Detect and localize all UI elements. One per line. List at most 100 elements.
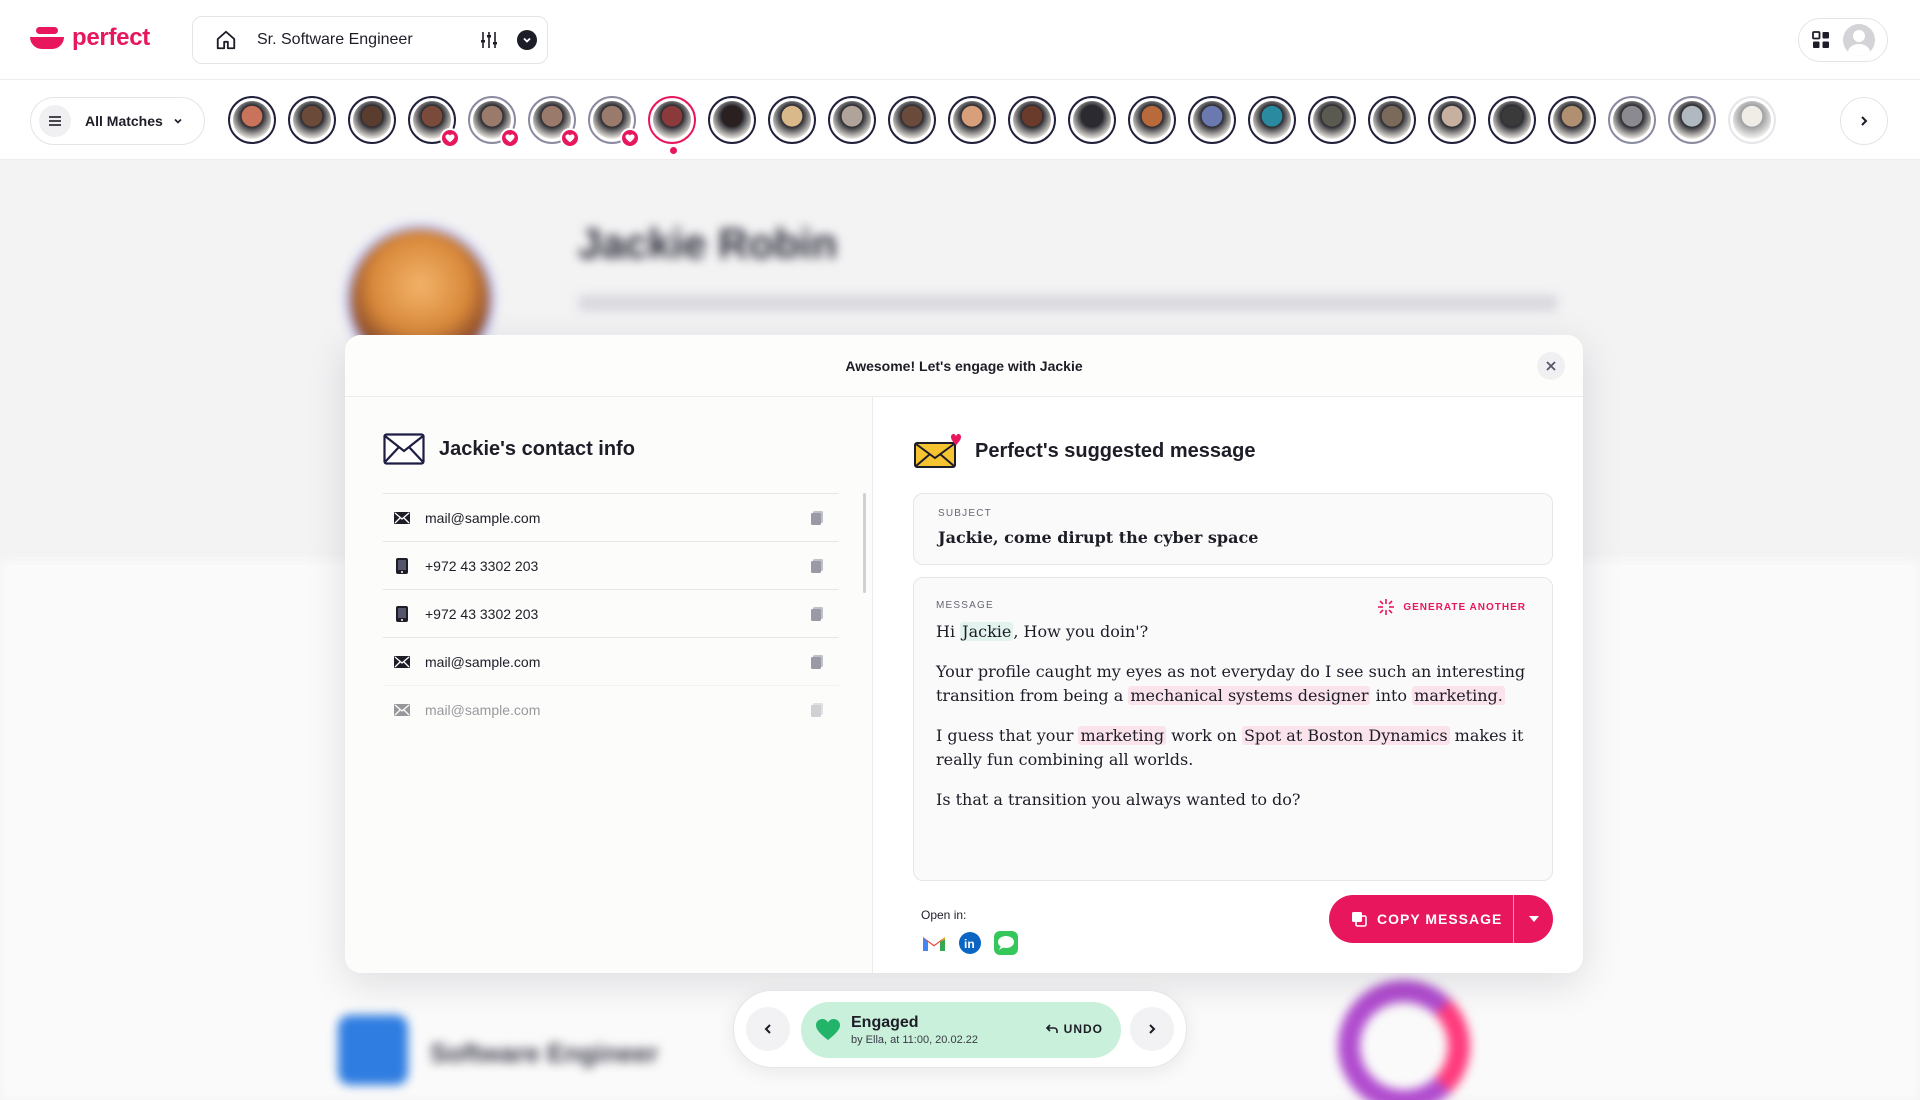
copy-icon[interactable] [811, 702, 825, 717]
contact-value[interactable]: mail@sample.com [425, 702, 811, 718]
copy-message-button[interactable]: COPY MESSAGE [1329, 895, 1553, 943]
highlight-keyword: mechanical systems designer [1128, 686, 1371, 705]
contact-row[interactable]: +972 43 3302 203 [383, 589, 839, 637]
contact-row[interactable]: mail@sample.com [383, 493, 839, 541]
all-matches-label: All Matches [85, 113, 163, 129]
match-avatar[interactable] [1068, 96, 1116, 144]
contact-scrollbar[interactable] [863, 493, 866, 593]
filters-icon[interactable] [479, 30, 499, 50]
match-avatar[interactable] [1368, 96, 1416, 144]
all-matches-dropdown[interactable]: All Matches [30, 97, 205, 145]
highlight-keyword: marketing. [1412, 686, 1505, 705]
contact-row[interactable]: mail@sample.com [383, 685, 839, 733]
match-avatar[interactable] [1488, 96, 1536, 144]
heart-icon [816, 1019, 840, 1040]
match-avatar[interactable] [1008, 96, 1056, 144]
copy-message-main[interactable]: COPY MESSAGE [1329, 895, 1513, 943]
contact-value[interactable]: +972 43 3302 203 [425, 558, 811, 574]
job-title[interactable]: Sr. Software Engineer [257, 31, 479, 49]
copy-icon[interactable] [811, 654, 825, 669]
copy-icon[interactable] [811, 558, 825, 573]
sparkle-icon [1378, 599, 1395, 615]
messages-icon[interactable] [993, 930, 1019, 956]
match-avatar[interactable] [1308, 96, 1356, 144]
user-avatar[interactable] [1842, 24, 1875, 56]
avatar-photo [1493, 101, 1531, 139]
avatar-photo [293, 101, 331, 139]
message-text: I guess that your [936, 726, 1079, 745]
match-avatar[interactable] [828, 96, 876, 144]
experience-logo [338, 1015, 408, 1085]
avatar-photo [953, 101, 991, 139]
top-bar: perfect Sr. Software Engineer [0, 0, 1920, 80]
phone-icon [393, 605, 411, 623]
avatar-photo [1313, 101, 1351, 139]
match-avatar[interactable] [588, 96, 640, 148]
chevron-down-icon[interactable] [517, 30, 537, 50]
generate-another-button[interactable]: GENERATE ANOTHER [1377, 598, 1526, 616]
close-button[interactable] [1537, 352, 1565, 380]
modal-header: Awesome! Let's engage with Jackie [345, 335, 1583, 397]
contact-value[interactable]: mail@sample.com [425, 510, 811, 526]
match-avatar[interactable] [648, 96, 696, 154]
avatar-photo [893, 101, 931, 139]
avatar-photo [833, 101, 871, 139]
match-avatar[interactable] [768, 96, 816, 144]
logo[interactable]: perfect [30, 24, 150, 52]
match-avatar[interactable] [1548, 96, 1596, 144]
phone-icon [393, 557, 411, 575]
match-avatar[interactable] [1188, 96, 1236, 144]
next-matches-button[interactable] [1840, 97, 1888, 145]
undo-button[interactable]: UNDO [1045, 1022, 1103, 1036]
linkedin-icon[interactable]: in [957, 930, 983, 956]
avatar-photo [233, 101, 271, 139]
avatar-photo [353, 101, 391, 139]
message-field[interactable]: MESSAGE GENERATE ANOTHER Hi Jackie, How … [913, 577, 1553, 881]
subject-value[interactable]: Jackie, come dirupt the cyber space [938, 528, 1258, 547]
match-avatar[interactable] [288, 96, 336, 144]
contact-value[interactable]: mail@sample.com [425, 654, 811, 670]
message-body[interactable]: Hi Jackie, How you doin'? Your profile c… [936, 620, 1536, 828]
previous-candidate-button[interactable] [746, 1007, 790, 1051]
job-selector[interactable]: Sr. Software Engineer [192, 16, 548, 64]
match-avatar[interactable] [1428, 96, 1476, 144]
match-avatar[interactable] [228, 96, 276, 144]
match-avatar[interactable] [408, 96, 460, 148]
match-avatar[interactable] [1128, 96, 1176, 144]
message-greeting: Hi Jackie, How you doin'? [936, 620, 1536, 644]
match-avatar[interactable] [468, 96, 520, 148]
match-avatar[interactable] [708, 96, 756, 144]
gmail-icon[interactable] [921, 930, 947, 956]
message-text: into [1370, 686, 1413, 705]
match-avatar[interactable] [1728, 96, 1776, 144]
chevron-right-icon [1149, 1024, 1156, 1034]
match-avatar[interactable] [1668, 96, 1716, 144]
avatar-photo [1553, 101, 1591, 139]
match-avatar[interactable] [348, 96, 396, 144]
engage-modal: Awesome! Let's engage with Jackie Jackie… [345, 335, 1583, 973]
next-candidate-button[interactable] [1130, 1007, 1174, 1051]
message-paragraph: I guess that your marketing work on Spot… [936, 724, 1536, 772]
apps-grid-icon[interactable] [1811, 31, 1830, 49]
subject-field[interactable]: SUBJECT Jackie, come dirupt the cyber sp… [913, 493, 1553, 565]
match-avatar[interactable] [888, 96, 936, 144]
contact-value[interactable]: +972 43 3302 203 [425, 606, 811, 622]
copy-options-button[interactable] [1513, 895, 1553, 943]
contact-row[interactable]: +972 43 3302 203 [383, 541, 839, 589]
caret-down-icon [1528, 916, 1539, 922]
match-avatar[interactable] [528, 96, 580, 148]
contact-row[interactable]: mail@sample.com [383, 637, 839, 685]
chevron-right-icon [1861, 116, 1868, 126]
match-avatar[interactable] [948, 96, 996, 144]
copy-icon[interactable] [811, 510, 825, 525]
contact-list: mail@sample.com +972 43 3302 203 +972 43 3… [383, 493, 839, 733]
avatar-photo [1013, 101, 1051, 139]
copy-icon[interactable] [811, 606, 825, 621]
home-icon[interactable] [215, 29, 237, 51]
chevron-left-icon [764, 1024, 771, 1034]
open-in-apps: in [921, 930, 1019, 956]
avatar-photo [773, 101, 811, 139]
match-avatar[interactable] [1248, 96, 1296, 144]
match-avatar[interactable] [1608, 96, 1656, 144]
engaged-text: Engaged by Ella, at 11:00, 20.02.22 [851, 1014, 978, 1046]
